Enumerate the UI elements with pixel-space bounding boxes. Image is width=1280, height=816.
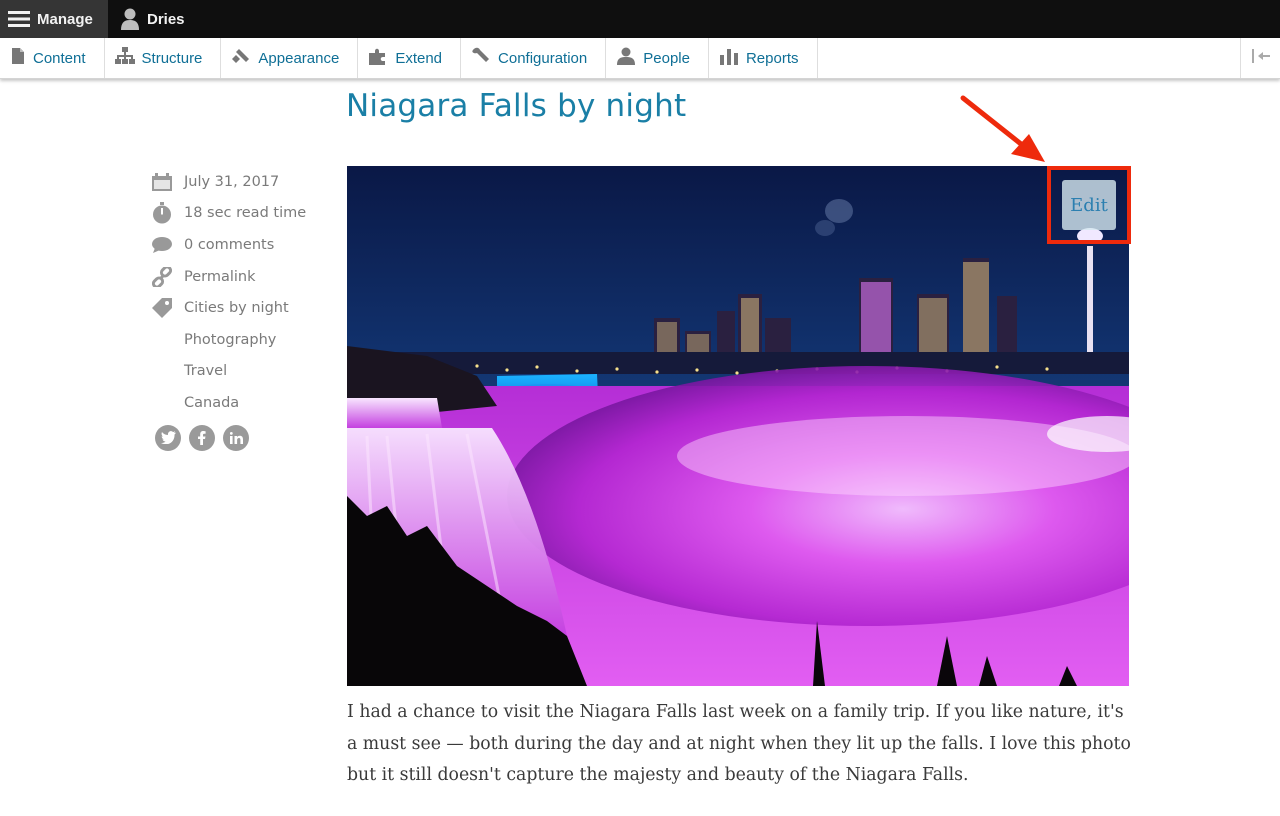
user-name: Dries (147, 10, 185, 28)
toolbar-item-configuration[interactable]: Configuration (461, 38, 607, 78)
meta-tag-canada[interactable]: Canada (152, 387, 332, 419)
toolbar-item-structure[interactable]: Structure (105, 38, 222, 78)
meta-tag-text: Photography (184, 331, 277, 348)
linkedin-icon[interactable] (223, 424, 249, 451)
meta-date-text: July 31, 2017 (184, 173, 280, 190)
toolbar-item-extend[interactable]: Extend (358, 38, 462, 78)
sitemap-icon (114, 47, 142, 69)
hamburger-icon (8, 10, 30, 28)
person-icon (616, 47, 643, 69)
toolbar-item-appearance[interactable]: Appearance (221, 38, 359, 78)
toolbar-label-extend: Extend (395, 49, 443, 67)
annotation-arrow-icon (960, 95, 1045, 162)
user-icon (120, 8, 140, 30)
meta-permalink-text: Permalink (184, 268, 256, 285)
toolbar-label-structure: Structure (141, 49, 203, 67)
comment-icon (152, 236, 184, 254)
meta-tag-travel[interactable]: Travel (152, 356, 332, 388)
meta-tag-text: Cities by night (184, 300, 289, 317)
toolbar-item-reports[interactable]: Reports (709, 38, 818, 78)
toolbar-label-content: Content (33, 49, 86, 67)
twitter-icon[interactable] (155, 424, 181, 451)
tag-icon (152, 298, 184, 319)
meta-tag-text: Travel (184, 363, 228, 380)
toolbar-label-people: People (643, 49, 690, 67)
meta-read-time-text: 18 sec read time (184, 205, 307, 222)
meta-tag-photography[interactable]: Photography (152, 324, 332, 356)
article-photo (347, 166, 1129, 686)
document-icon (10, 47, 33, 69)
toolbar-item-people[interactable]: People (606, 38, 709, 78)
page-title[interactable]: Niagara Falls by night (346, 88, 686, 124)
toolbar-item-content[interactable]: Content (0, 38, 105, 78)
user-menu-button[interactable]: Dries (108, 0, 197, 38)
highlight-box (1047, 166, 1131, 244)
meta-tag-cities-by-night[interactable]: Cities by night (152, 292, 332, 324)
meta-date: July 31, 2017 (152, 166, 332, 198)
article-body: I had a chance to visit the Niagara Fall… (347, 702, 1131, 786)
meta-comments[interactable]: 0 comments (152, 229, 332, 261)
admin-toolbar: Manage Dries (0, 0, 1280, 38)
meta-tag-text: Canada (184, 394, 240, 411)
link-icon (152, 266, 184, 287)
meta-read-time: 18 sec read time (152, 198, 332, 230)
collapse-left-icon (1250, 47, 1272, 70)
toolbar-label-appearance: Appearance (258, 49, 340, 67)
stopwatch-icon (152, 202, 184, 224)
share-links (155, 424, 332, 451)
article-meta: July 31, 2017 18 sec read time 0 comment… (152, 166, 332, 451)
manage-menu-button[interactable]: Manage (0, 0, 108, 38)
meta-permalink[interactable]: Permalink (152, 261, 332, 293)
wrench-icon (471, 47, 498, 69)
paintbrush-icon (231, 47, 258, 69)
manage-label: Manage (37, 10, 93, 28)
admin-tray: Content Structure Appearance Extend Conf… (0, 38, 1280, 79)
puzzle-icon (368, 47, 395, 69)
facebook-icon[interactable] (189, 424, 215, 451)
calendar-icon (152, 172, 184, 191)
meta-comments-text: 0 comments (184, 236, 275, 253)
toolbar-label-reports: Reports (745, 49, 799, 67)
bar-chart-icon (719, 47, 746, 69)
toolbar-label-configuration: Configuration (498, 49, 588, 67)
toolbar-orientation-toggle[interactable] (1240, 38, 1280, 78)
niagara-falls-night-image (347, 166, 1129, 686)
